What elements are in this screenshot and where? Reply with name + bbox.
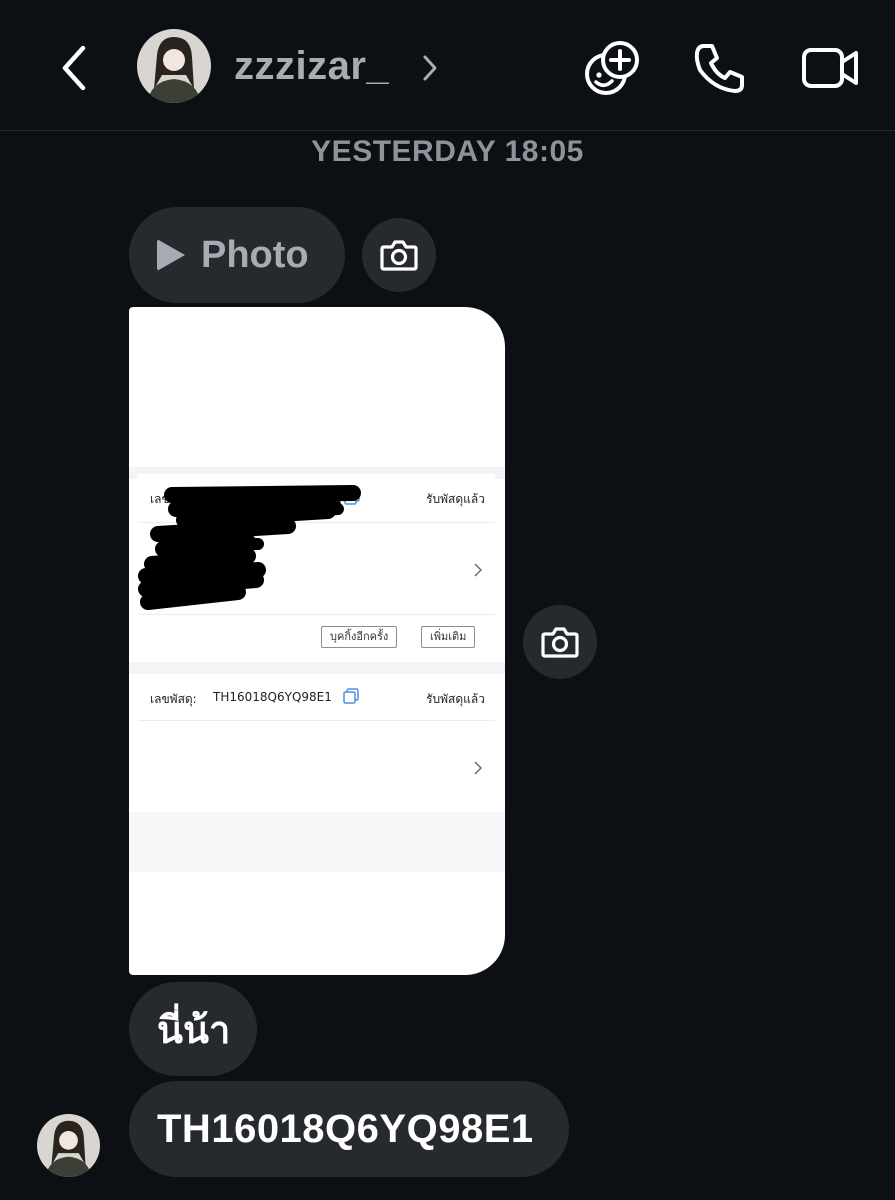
chat-username[interactable]: zzzizar_ — [234, 44, 389, 89]
gap — [129, 662, 505, 674]
message-timestamp: YESTERDAY 18:05 — [311, 135, 584, 168]
parcel-label: เลขพัสดุ: — [150, 692, 197, 706]
voice-call-button[interactable] — [690, 38, 750, 98]
back-arrow-icon — [62, 45, 86, 91]
parcel-status: รับพัสดุแล้ว — [426, 692, 485, 706]
redaction-scribble — [138, 485, 361, 610]
gap — [129, 812, 505, 872]
back-button[interactable] — [52, 40, 96, 96]
camera-icon — [380, 240, 418, 271]
avatar[interactable] — [137, 29, 211, 103]
play-icon — [157, 239, 185, 271]
effects-icon — [585, 41, 639, 95]
chevron-right-icon — [474, 761, 482, 775]
view-once-photo-message[interactable]: Photo — [129, 207, 345, 303]
photo-label: Photo — [201, 233, 309, 276]
divider — [138, 720, 495, 721]
camera-reply-button[interactable] — [523, 605, 597, 679]
shared-screenshot-image[interactable]: เลข รับพัสดุแล้ว บุคกิ้งอีกครั้ง เพิ่มเต… — [129, 307, 505, 975]
phone-icon — [694, 44, 744, 93]
parcel-number: TH16018Q6YQ98E1 — [213, 690, 332, 704]
sender-avatar[interactable] — [37, 1114, 100, 1177]
chevron-right-icon[interactable] — [420, 50, 440, 86]
message-bubble[interactable]: TH16018Q6YQ98E1 — [129, 1081, 569, 1177]
chat-header: zzzizar_ — [0, 0, 895, 131]
copy-icon — [343, 688, 359, 704]
message-bubble[interactable]: นี่น้า — [129, 982, 257, 1076]
camera-icon — [541, 627, 579, 658]
video-call-icon — [802, 48, 858, 88]
video-call-button[interactable] — [800, 38, 860, 98]
camera-reply-button[interactable] — [362, 218, 436, 292]
effects-button[interactable] — [582, 38, 642, 98]
parcel-card-1: เลข รับพัสดุแล้ว บุคกิ้งอีกครั้ง เพิ่มเต… — [138, 474, 495, 662]
parcel-card-2: เลขพัสดุ: TH16018Q6YQ98E1 รับพัสดุแล้ว — [138, 674, 495, 812]
